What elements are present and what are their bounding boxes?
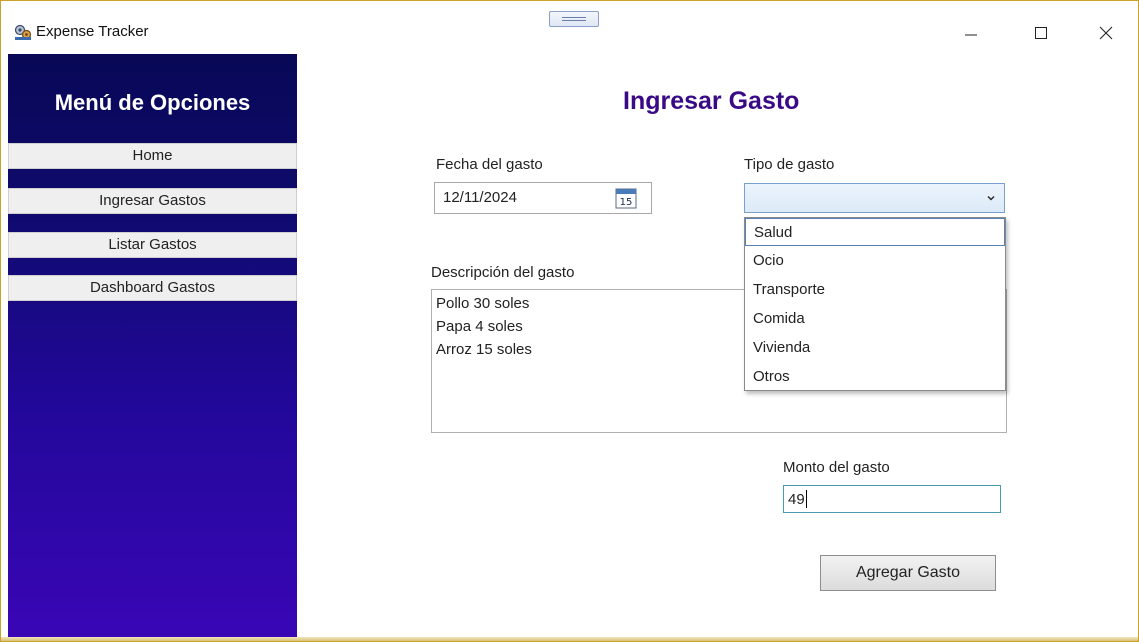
add-expense-button[interactable]: Agregar Gasto bbox=[820, 555, 996, 591]
amount-label: Monto del gasto bbox=[783, 459, 890, 476]
description-line: Pollo 30 soles bbox=[436, 295, 530, 312]
amount-value: 49 bbox=[788, 491, 805, 508]
close-button[interactable] bbox=[1091, 19, 1121, 47]
type-label: Tipo de gasto bbox=[744, 156, 835, 173]
minimize-button[interactable] bbox=[956, 19, 986, 47]
window-title: Expense Tracker bbox=[36, 23, 149, 40]
sidebar-item-listar-gastos[interactable]: Listar Gastos bbox=[8, 232, 297, 258]
type-option-salud[interactable]: Salud bbox=[745, 218, 1005, 246]
sidebar-item-home[interactable]: Home bbox=[8, 143, 297, 169]
description-line: Papa 4 soles bbox=[436, 318, 523, 335]
calendar-icon[interactable]: 15 bbox=[615, 187, 637, 209]
title-bar[interactable]: Expense Tracker bbox=[1, 1, 1138, 53]
window-bottom-border bbox=[1, 637, 1138, 641]
type-option-ocio[interactable]: Ocio bbox=[745, 247, 1005, 275]
sidebar-title: Menú de Opciones bbox=[54, 90, 251, 115]
page-title: Ingresar Gasto bbox=[623, 87, 800, 115]
close-icon bbox=[1099, 26, 1113, 40]
sidebar-item-dashboard-gastos[interactable]: Dashboard Gastos bbox=[8, 275, 297, 301]
text-caret bbox=[806, 490, 807, 508]
maximize-button[interactable] bbox=[1026, 19, 1056, 47]
type-dropdown-list: Salud Ocio Transporte Comida Vivienda Ot… bbox=[744, 217, 1006, 391]
date-label: Fecha del gasto bbox=[436, 156, 543, 173]
type-select[interactable] bbox=[744, 183, 1005, 213]
description-label: Descripción del gasto bbox=[431, 264, 575, 281]
app-window: Expense Tracker Menú de Opciones Home In… bbox=[0, 0, 1139, 642]
type-option-comida[interactable]: Comida bbox=[745, 305, 1005, 333]
sidebar-item-ingresar-gastos[interactable]: Ingresar Gastos bbox=[8, 188, 297, 214]
date-value: 12/11/2024 bbox=[443, 189, 517, 206]
chevron-down-icon bbox=[987, 196, 995, 201]
type-option-transporte[interactable]: Transporte bbox=[745, 276, 1005, 304]
date-picker[interactable]: 12/11/2024 15 bbox=[434, 182, 652, 214]
description-line: Arroz 15 soles bbox=[436, 341, 532, 358]
type-option-otros[interactable]: Otros bbox=[745, 363, 1005, 391]
maximize-icon bbox=[1035, 27, 1047, 39]
minimize-icon bbox=[965, 34, 977, 36]
gears-icon bbox=[14, 24, 32, 40]
drag-handle[interactable] bbox=[549, 11, 599, 27]
type-option-vivienda[interactable]: Vivienda bbox=[745, 334, 1005, 362]
calendar-day: 15 bbox=[620, 197, 633, 208]
sidebar: Menú de Opciones Home Ingresar Gastos Li… bbox=[8, 54, 297, 641]
amount-input[interactable]: 49 bbox=[783, 485, 1001, 513]
